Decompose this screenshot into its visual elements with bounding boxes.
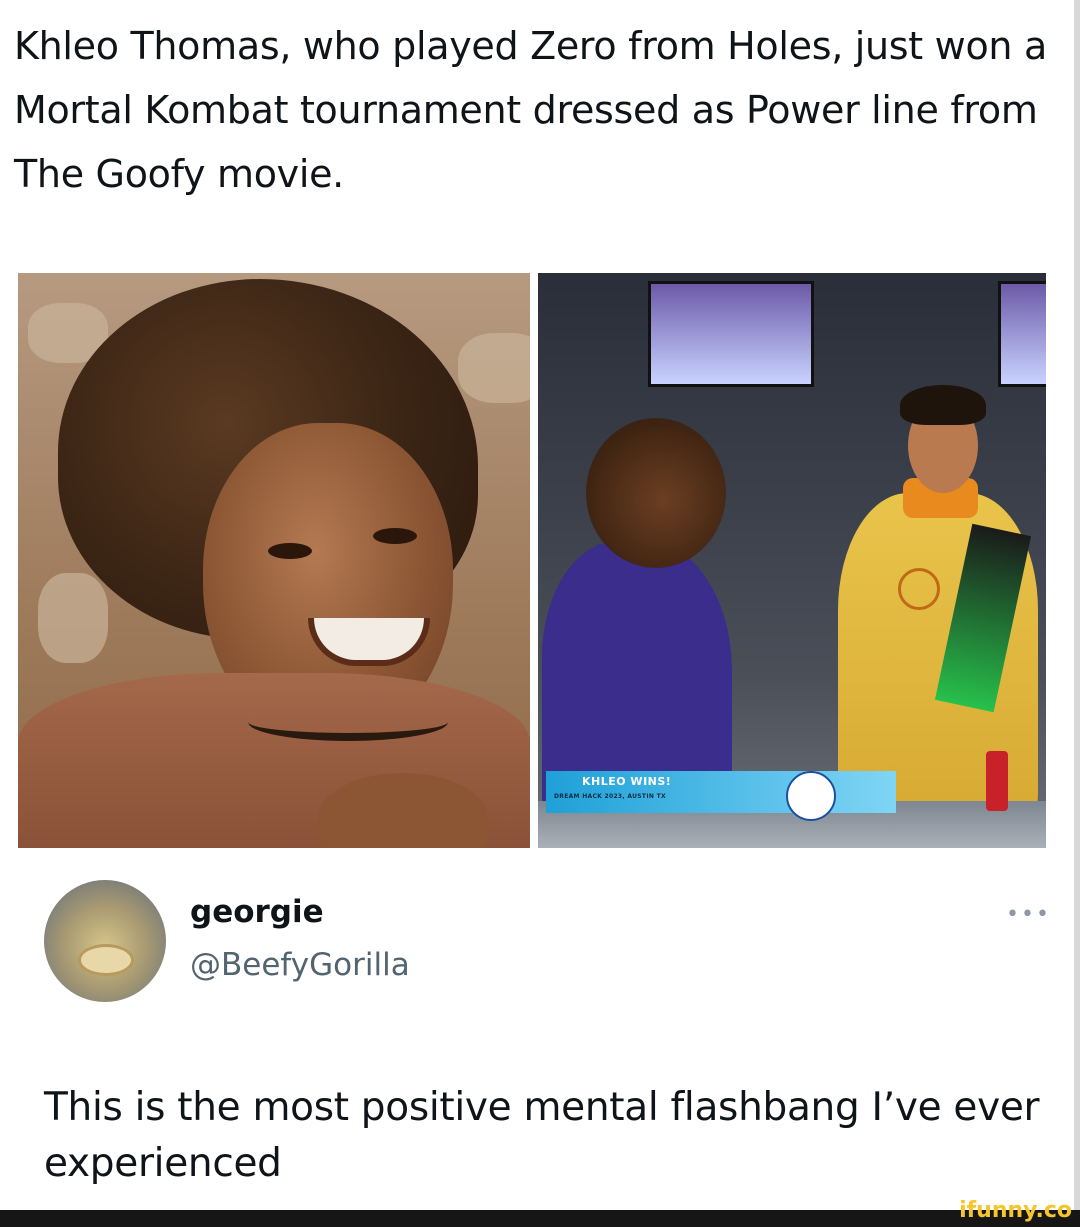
page-border bbox=[1074, 0, 1080, 1210]
soda-can bbox=[986, 751, 1008, 811]
watermark: ifunny.co bbox=[959, 1198, 1072, 1223]
post-headline: Khleo Thomas, who played Zero from Holes… bbox=[14, 24, 1047, 196]
duck-icon bbox=[78, 944, 134, 976]
avatar[interactable] bbox=[44, 880, 166, 1002]
user-handle[interactable]: @BeefyGorilla bbox=[190, 947, 410, 983]
display-name[interactable]: georgie bbox=[190, 894, 324, 930]
more-dots-icon[interactable]: ••• bbox=[1006, 902, 1051, 927]
footer-bar bbox=[0, 1210, 1080, 1227]
left-photo bbox=[18, 273, 530, 848]
event-logo-icon bbox=[786, 771, 836, 821]
right-photo: KHLEO WINS! DREAM HACK 2023, AUSTIN TX bbox=[538, 273, 1046, 848]
banner-title: KHLEO WINS! bbox=[582, 775, 672, 788]
banner-subtitle: DREAM HACK 2023, AUSTIN TX bbox=[554, 793, 666, 800]
stage-screen bbox=[648, 281, 814, 387]
tweet-text: This is the most positive mental flashba… bbox=[44, 1085, 1040, 1186]
atom-icon bbox=[898, 568, 940, 610]
lower-third-banner: KHLEO WINS! DREAM HACK 2023, AUSTIN TX bbox=[546, 771, 896, 813]
